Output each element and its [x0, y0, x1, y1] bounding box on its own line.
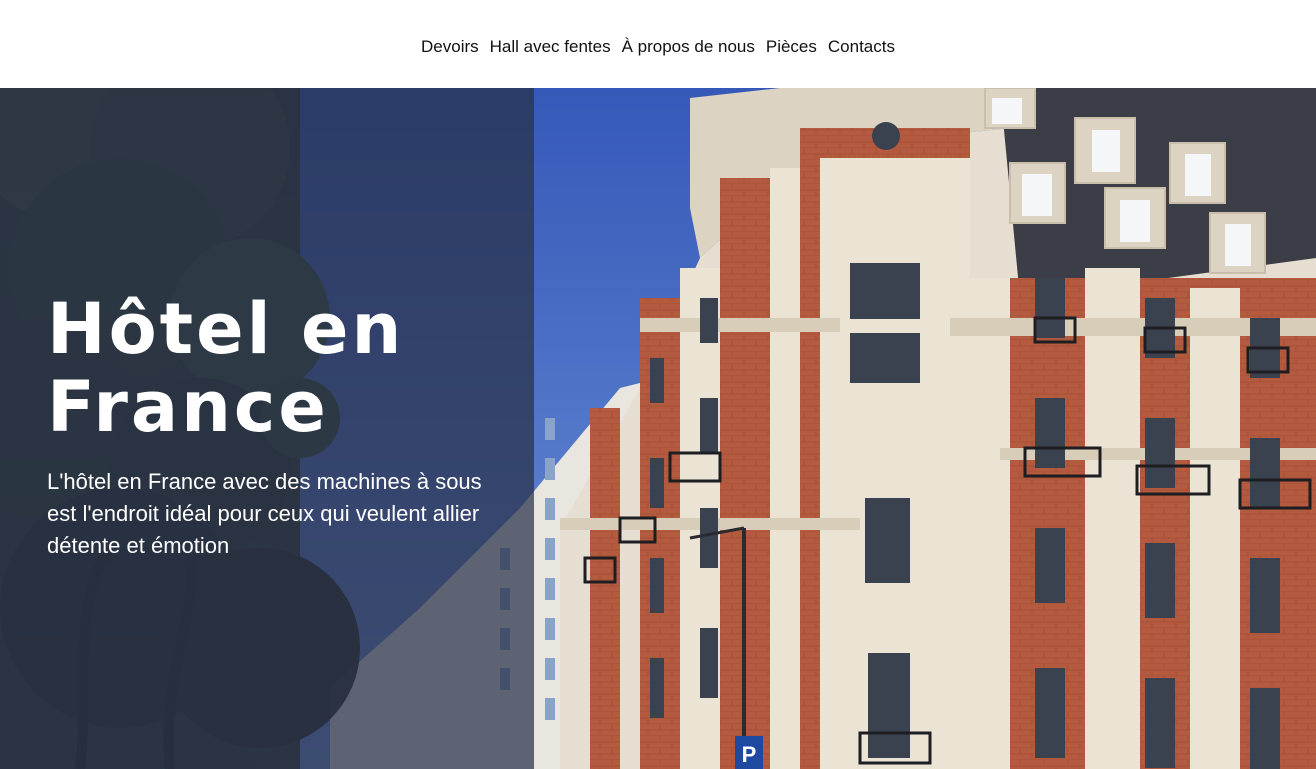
nav-item-devoirs: Devoirs [421, 37, 479, 57]
nav-list: Devoirs Hall avec fentes À propos de nou… [421, 37, 895, 57]
parking-sign-letter: P [742, 742, 757, 767]
parking-sign-icon: P [735, 736, 763, 769]
nav-link-contacts[interactable]: Contacts [828, 37, 895, 56]
nav-link-devoirs[interactable]: Devoirs [421, 37, 479, 56]
hero-description: L'hôtel en France avec des machines à so… [47, 469, 482, 558]
hero-section: P Hôtel en France L'hôtel en France avec… [0, 88, 1316, 769]
nav-item-about: À propos de nous [622, 37, 755, 57]
top-navigation: Devoirs Hall avec fentes À propos de nou… [0, 0, 1316, 88]
nav-link-hall-avec-fentes[interactable]: Hall avec fentes [490, 37, 611, 56]
nav-item-contacts: Contacts [828, 37, 895, 57]
nav-link-pieces[interactable]: Pièces [766, 37, 817, 56]
nav-link-a-propos[interactable]: À propos de nous [622, 37, 755, 56]
nav-item-hall: Hall avec fentes [490, 37, 611, 57]
nav-item-pieces: Pièces [766, 37, 817, 57]
hero-title: Hôtel en France [47, 288, 405, 448]
